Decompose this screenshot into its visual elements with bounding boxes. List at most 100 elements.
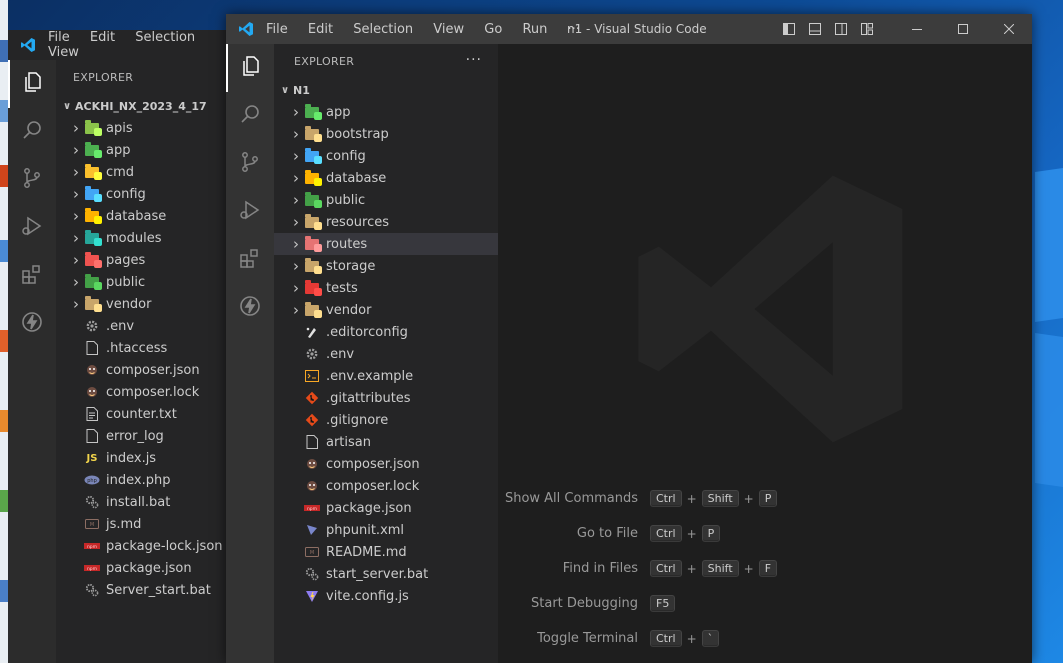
file-item[interactable]: composer.json [56, 359, 248, 381]
extensions-activity[interactable] [8, 252, 56, 300]
file-item[interactable]: npm package.json [56, 557, 248, 579]
file-item[interactable]: phpunit.xml [274, 519, 498, 541]
folder-item[interactable]: › tests [274, 277, 498, 299]
folder-item[interactable]: › cmd [56, 161, 248, 183]
file-item[interactable]: start_server.bat [274, 563, 498, 585]
folder-icon [304, 257, 322, 274]
run-debug-activity[interactable] [226, 188, 274, 236]
item-label: config [326, 148, 366, 164]
source-control-activity[interactable] [8, 156, 56, 204]
file-item[interactable]: npm package.json [274, 497, 498, 519]
folder-item[interactable]: › apis [56, 117, 248, 139]
key-separator: + [686, 631, 697, 646]
file-item[interactable]: .env [56, 315, 248, 337]
folder-item[interactable]: › routes [274, 233, 498, 255]
extensions-activity[interactable] [226, 236, 274, 284]
chevron-right-icon: › [73, 185, 79, 203]
folder-item[interactable]: › public [56, 271, 248, 293]
explorer-activity[interactable] [226, 44, 274, 92]
close-icon[interactable] [986, 14, 1032, 44]
folder-icon [84, 141, 102, 158]
toggle-primary-sidebar-icon[interactable] [776, 14, 802, 44]
vscode-window[interactable]: File Edit Selection View Go Run ··· n1 -… [226, 14, 1032, 663]
file-item[interactable]: .env [274, 343, 498, 365]
menu-selection[interactable]: Selection [135, 30, 195, 45]
explorer-root[interactable]: ∨ N1 [274, 79, 498, 101]
toggle-secondary-sidebar-icon[interactable] [828, 14, 854, 44]
file-item[interactable]: composer.json [274, 453, 498, 475]
file-item[interactable]: composer.lock [274, 475, 498, 497]
menu-file[interactable]: File [266, 22, 288, 37]
item-label: vendor [326, 302, 372, 318]
folder-item[interactable]: › app [274, 101, 498, 123]
file-item[interactable]: npm package-lock.json [56, 535, 248, 557]
folder-item[interactable]: › modules [56, 227, 248, 249]
file-item[interactable]: vite.config.js [274, 585, 498, 607]
file-item[interactable]: M README.md [274, 541, 498, 563]
source-control-activity[interactable] [226, 140, 274, 188]
file-item[interactable]: Server_start.bat [56, 579, 248, 601]
npm-icon: npm [84, 560, 100, 576]
item-label: composer.lock [326, 478, 420, 494]
folder-item[interactable]: › config [56, 183, 248, 205]
file-item[interactable]: php index.php [56, 469, 248, 491]
folder-item[interactable]: › public [274, 189, 498, 211]
folder-item[interactable]: › storage [274, 255, 498, 277]
vscode-window-background[interactable]: File Edit Selection View EXPLORER ∨ ACKH… [8, 30, 248, 663]
folder-item[interactable]: › database [274, 167, 498, 189]
hint-label: Show All Commands [504, 491, 638, 506]
file-item[interactable]: JS index.js [56, 447, 248, 469]
file-item[interactable]: install.bat [56, 491, 248, 513]
explorer-root[interactable]: ∨ ACKHI_NX_2023_4_17 [56, 95, 248, 117]
extensions-icon [20, 262, 44, 290]
file-item[interactable]: composer.lock [56, 381, 248, 403]
menu-file[interactable]: File [48, 30, 70, 45]
menu-run[interactable]: Run [522, 22, 547, 37]
explorer-more-actions[interactable]: ··· [466, 52, 482, 68]
file-item[interactable]: counter.txt [56, 403, 248, 425]
customize-layout-icon[interactable] [854, 14, 880, 44]
item-label: app [326, 104, 351, 120]
file-item[interactable]: Mjs.md [56, 513, 248, 535]
folder-item[interactable]: › bootstrap [274, 123, 498, 145]
file-icon [84, 428, 100, 444]
folder-item[interactable]: › resources [274, 211, 498, 233]
file-item[interactable]: .env.example [274, 365, 498, 387]
editor-area[interactable]: Show All Commands Ctrl + Shift + P Go to File C… [498, 44, 1032, 663]
thunder-client-activity[interactable] [226, 284, 274, 332]
menu-go[interactable]: Go [484, 22, 502, 37]
chevron-right-icon: › [73, 163, 79, 181]
file-item[interactable]: .editorconfig [274, 321, 498, 343]
folder-item[interactable]: › app [56, 139, 248, 161]
key-separator: + [686, 561, 697, 576]
folder-item[interactable]: › config [274, 145, 498, 167]
file-item[interactable]: .gitignore [274, 409, 498, 431]
shortcut-hint: Start Debugging F5 [503, 586, 777, 621]
file-tree: › apis › app › cmd › config › database › modules › pa… [56, 117, 248, 601]
file-item[interactable]: artisan [274, 431, 498, 453]
menu-view[interactable]: View [48, 45, 79, 60]
title-bar: File Edit Selection View [8, 30, 248, 60]
menu-selection[interactable]: Selection [353, 22, 413, 37]
explorer-activity[interactable] [8, 60, 56, 108]
menu-edit[interactable]: Edit [90, 30, 115, 45]
file-item[interactable]: error_log [56, 425, 248, 447]
search-activity[interactable] [8, 108, 56, 156]
folder-item[interactable]: › database [56, 205, 248, 227]
folder-icon [84, 119, 102, 136]
folder-item[interactable]: › vendor [56, 293, 248, 315]
menu-edit[interactable]: Edit [308, 22, 333, 37]
run-debug-activity[interactable] [8, 204, 56, 252]
menu-view[interactable]: View [433, 22, 464, 37]
thunder-client-activity[interactable] [8, 300, 56, 348]
folder-item[interactable]: › vendor [274, 299, 498, 321]
toggle-panel-icon[interactable] [802, 14, 828, 44]
minimize-icon[interactable] [894, 14, 940, 44]
search-activity[interactable] [226, 92, 274, 140]
maximize-icon[interactable] [940, 14, 986, 44]
folder-item[interactable]: › pages [56, 249, 248, 271]
file-item[interactable]: .gitattributes [274, 387, 498, 409]
desktop-icons-strip [0, 0, 8, 663]
file-item[interactable]: .htaccess [56, 337, 248, 359]
item-label: .htaccess [106, 340, 168, 356]
